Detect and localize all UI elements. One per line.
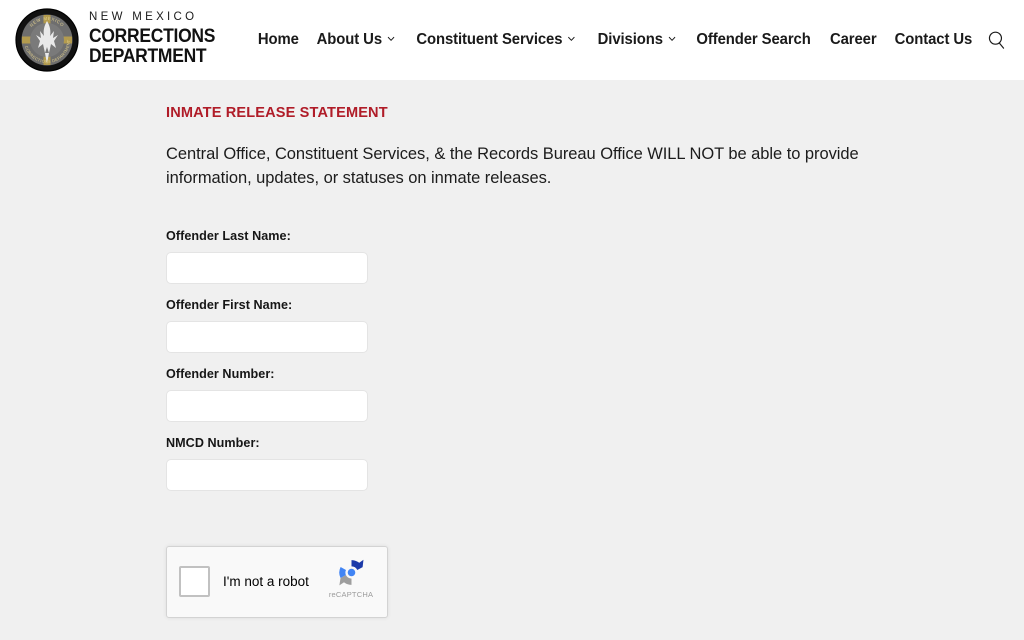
nav-item-label: Offender Search [695, 31, 811, 48]
nav-item-label: About Us [316, 31, 383, 48]
brand-line-department: DEPARTMENT [89, 46, 207, 68]
field-group-offender-number: Offender Number: [166, 367, 1024, 422]
nav-item-label: Divisions [597, 31, 663, 48]
site-logo[interactable]: NEW MEXICO CORRECTIONS DEPARTMENT NEW ME… [14, 7, 226, 73]
offender-first-name-label: Offender First Name: [166, 297, 293, 312]
nav-item-home[interactable]: Home [250, 31, 306, 49]
main-navigation: Home About Us Constituent Services Divis… [249, 29, 1016, 51]
recaptcha-logo-icon [338, 559, 363, 586]
recaptcha-box[interactable]: I'm not a robot reCAPTCHA [166, 545, 388, 618]
brand-line-new-mexico: NEW MEXICO [89, 11, 198, 24]
recaptcha-branding: reCAPTCHA [325, 556, 377, 599]
nmcd-number-label: NMCD Number: [166, 435, 260, 450]
site-header: NEW MEXICO CORRECTIONS DEPARTMENT NEW ME… [0, 0, 1024, 80]
offender-last-name-label: Offender Last Name: [166, 228, 291, 243]
nm-corrections-seal-icon: NEW MEXICO CORRECTIONS DEPARTMENT [14, 7, 80, 73]
nav-item-contact-us[interactable]: Contact Us [887, 31, 980, 49]
search-icon[interactable] [986, 29, 1008, 51]
recaptcha-checkbox[interactable] [179, 566, 210, 598]
field-group-offender-last-name: Offender Last Name: [166, 229, 1024, 284]
field-group-nmcd-number: NMCD Number: [166, 436, 1024, 491]
chevron-down-icon [387, 34, 396, 43]
brand-wordmark: NEW MEXICO CORRECTIONS DEPARTMENT [89, 12, 226, 67]
nav-item-about-us[interactable]: About Us [309, 31, 403, 49]
nav-item-label: Contact Us [894, 31, 973, 48]
inmate-release-form: Offender Last Name: Offender First Name:… [166, 191, 1024, 618]
page-content: INMATE RELEASE STATEMENT Central Office,… [0, 80, 1024, 640]
brand-line-corrections: CORRECTIONS [89, 25, 216, 47]
nav-item-career[interactable]: Career [822, 31, 884, 49]
recaptcha-label: I'm not a robot [223, 574, 309, 590]
nav-item-constituent-services[interactable]: Constituent Services [409, 31, 584, 49]
offender-number-input[interactable] [166, 389, 368, 422]
chevron-down-icon [667, 34, 676, 43]
nav-item-offender-search[interactable]: Offender Search [688, 31, 818, 49]
nav-item-label: Home [257, 31, 299, 48]
offender-last-name-input[interactable] [166, 251, 368, 284]
nav-item-label: Career [829, 31, 877, 48]
recaptcha-brandname: reCAPTCHA [328, 589, 374, 599]
page-title: INMATE RELEASE STATEMENT [166, 104, 388, 121]
offender-first-name-input[interactable] [166, 320, 368, 353]
offender-number-label: Offender Number: [166, 366, 275, 381]
nmcd-number-input[interactable] [166, 458, 368, 491]
field-group-offender-first-name: Offender First Name: [166, 298, 1024, 353]
nav-item-divisions[interactable]: Divisions [589, 31, 683, 49]
chevron-down-icon [568, 34, 577, 43]
recaptcha-widget: I'm not a robot reCAPTCHA [166, 545, 1024, 618]
nav-item-label: Constituent Services [416, 31, 563, 48]
intro-paragraph: Central Office, Constituent Services, & … [166, 145, 859, 188]
